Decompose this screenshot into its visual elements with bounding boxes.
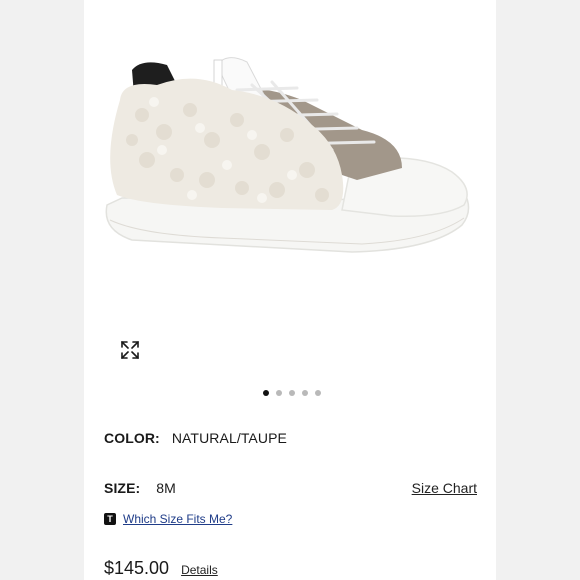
fit-predictor-row: T Which Size Fits Me? (104, 512, 232, 526)
gallery-dot-1[interactable] (263, 390, 269, 396)
price-details-link[interactable]: Details (181, 563, 218, 577)
which-size-fits-me-link[interactable]: Which Size Fits Me? (123, 512, 232, 526)
color-row: COLOR: NATURAL/TAUPE (104, 430, 287, 446)
size-label: SIZE: (104, 480, 141, 496)
gallery-dot-5[interactable] (315, 390, 321, 396)
size-row: SIZE: 8M (104, 480, 176, 496)
shoe-image (105, 57, 470, 253)
expand-icon[interactable] (118, 338, 142, 362)
gallery-dot-2[interactable] (276, 390, 282, 396)
color-value: NATURAL/TAUPE (171, 430, 287, 446)
image-gallery[interactable] (84, 0, 496, 380)
size-chart-link[interactable]: Size Chart (412, 480, 477, 496)
gallery-dot-3[interactable] (289, 390, 295, 396)
size-value: 8M (156, 480, 176, 496)
gallery-dot-4[interactable] (302, 390, 308, 396)
price-row: $145.00 Details (104, 558, 218, 579)
product-detail-panel: COLOR: NATURAL/TAUPE SIZE: 8M Size Chart T… (84, 0, 496, 580)
price: $145.00 (104, 558, 170, 578)
gallery-pagination-dots (84, 390, 496, 396)
color-label: COLOR: (104, 430, 160, 446)
fit-predictor-icon: T (104, 513, 116, 525)
